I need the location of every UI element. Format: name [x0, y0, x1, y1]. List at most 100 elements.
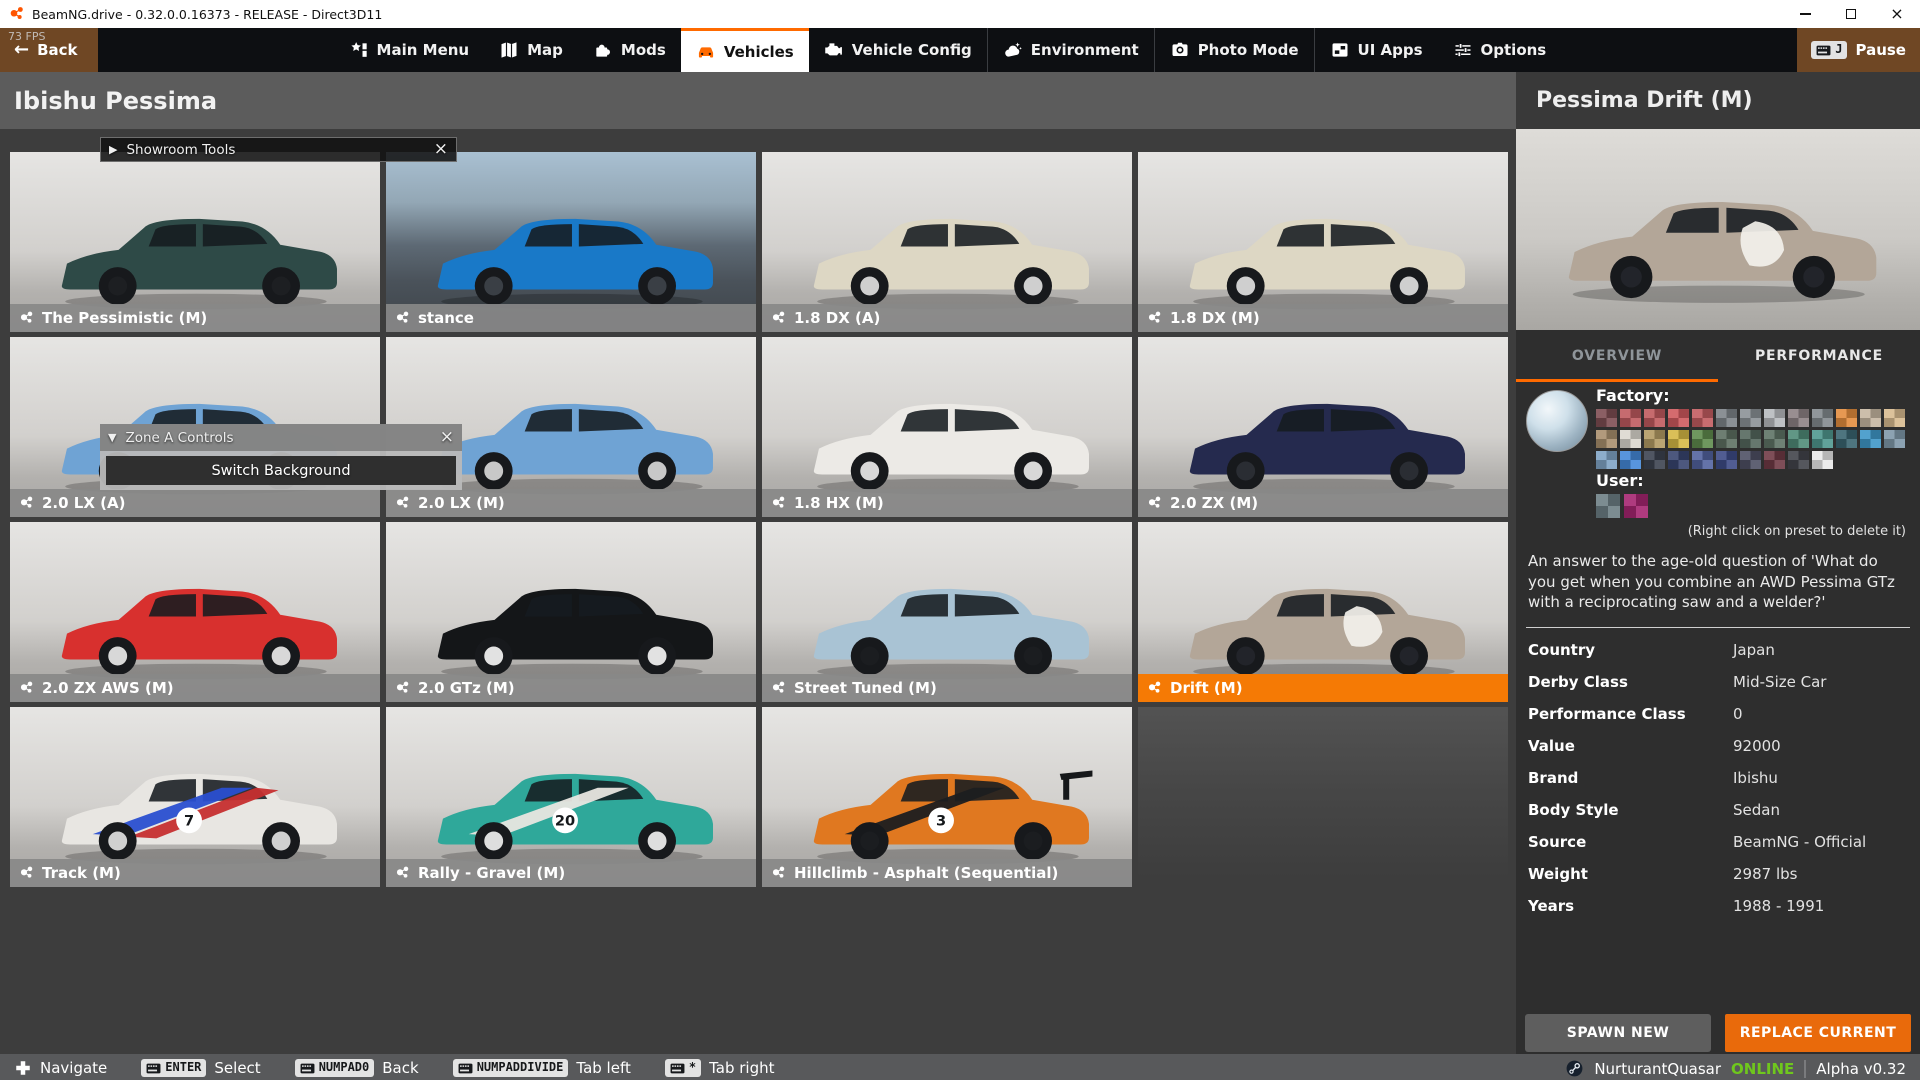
vehicle-card-2-0-zx-aws-m-[interactable]: 2.0 ZX AWS (M) — [10, 522, 380, 702]
nav-item-map[interactable]: Map — [484, 28, 578, 72]
factory-color-swatch[interactable] — [1860, 409, 1881, 427]
key-name: NUMPADDIVIDE — [477, 1061, 564, 1074]
beamng-content-icon — [1147, 495, 1163, 511]
beamng-content-icon — [1147, 310, 1163, 326]
vehicle-card-label-bar: 2.0 ZX AWS (M) — [10, 674, 380, 702]
hint-label: Select — [214, 1059, 260, 1077]
vehicle-card-drift-m-[interactable]: Drift (M) — [1138, 522, 1508, 702]
factory-color-swatch[interactable] — [1596, 430, 1617, 448]
factory-color-swatch[interactable] — [1620, 451, 1641, 469]
factory-color-swatch[interactable] — [1668, 451, 1689, 469]
nav-item-options[interactable]: Options — [1438, 28, 1562, 72]
key-chip: * — [665, 1059, 701, 1076]
factory-color-swatch[interactable] — [1644, 430, 1665, 448]
factory-color-swatch[interactable] — [1764, 409, 1785, 427]
username[interactable]: NurturantQuasar — [1594, 1060, 1721, 1078]
factory-color-swatch[interactable] — [1788, 409, 1809, 427]
nav-item-photo-mode[interactable]: Photo Mode — [1154, 28, 1314, 72]
environment-thumbnail[interactable] — [1526, 390, 1588, 452]
vehicle-detail-panel: Pessima Drift (M) OVERVIEW PERFORMANCE F… — [1516, 72, 1920, 1080]
close-icon[interactable]: × — [434, 141, 448, 158]
vehicle-card-2-0-gtz-m-[interactable]: 2.0 GTz (M) — [386, 522, 756, 702]
factory-color-swatch[interactable] — [1788, 451, 1809, 469]
factory-color-swatch[interactable] — [1884, 409, 1905, 427]
steam-icon — [1565, 1059, 1584, 1078]
factory-color-swatch[interactable] — [1716, 430, 1737, 448]
factory-color-swatch[interactable] — [1644, 409, 1665, 427]
zone-a-controls-header[interactable]: ▼ Zone A Controls × — [100, 424, 462, 451]
beamng-logo-icon — [8, 5, 26, 23]
factory-color-swatch[interactable] — [1644, 451, 1665, 469]
nav-item-ui-apps[interactable]: UI Apps — [1314, 28, 1438, 72]
factory-color-swatch[interactable] — [1812, 451, 1833, 469]
factory-color-swatch[interactable] — [1812, 409, 1833, 427]
showroom-tools-header[interactable]: ▶ Showroom Tools × — [100, 137, 457, 162]
car-image — [412, 554, 730, 694]
ui-apps-icon — [1330, 40, 1350, 60]
vehicle-card-1-8-dx-a-[interactable]: 1.8 DX (A) — [762, 152, 1132, 332]
vehicle-card-label-bar: Street Tuned (M) — [762, 674, 1132, 702]
factory-color-swatch[interactable] — [1740, 430, 1761, 448]
factory-color-swatch[interactable] — [1620, 409, 1641, 427]
key-chip: ENTER — [141, 1059, 206, 1076]
factory-color-swatch[interactable] — [1812, 430, 1833, 448]
vehicle-browser: Ibishu Pessima The Pessimistic (M)stance… — [0, 72, 1516, 1080]
nav-item-environment[interactable]: Environment — [987, 28, 1154, 72]
close-icon[interactable]: × — [440, 429, 454, 446]
factory-color-swatch[interactable] — [1740, 451, 1761, 469]
keyboard-icon — [1816, 45, 1831, 56]
nav-item-vehicle-config[interactable]: Vehicle Config — [809, 28, 987, 72]
factory-color-swatch[interactable] — [1692, 430, 1713, 448]
factory-color-swatch[interactable] — [1668, 409, 1689, 427]
spec-row-performance-class: Performance Class0 — [1516, 698, 1920, 730]
factory-color-swatch[interactable] — [1764, 451, 1785, 469]
vehicle-card-label-bar: 1.8 HX (M) — [762, 489, 1132, 517]
nav-item-main-menu[interactable]: Main Menu — [334, 28, 485, 72]
vehicle-card-hillclimb-asphalt-sequential-[interactable]: 3Hillclimb - Asphalt (Sequential) — [762, 707, 1132, 887]
switch-background-button[interactable]: Switch Background — [106, 456, 456, 485]
tab-performance[interactable]: PERFORMANCE — [1718, 330, 1920, 382]
pause-button[interactable]: J Pause — [1797, 28, 1920, 72]
user-color-swatch[interactable] — [1624, 494, 1648, 518]
spec-value: Sedan — [1733, 801, 1780, 819]
vehicle-card-the-pessimistic-m-[interactable]: The Pessimistic (M) — [10, 152, 380, 332]
car-image — [1164, 554, 1482, 694]
car-image — [36, 554, 354, 694]
factory-color-swatch[interactable] — [1692, 409, 1713, 427]
car-icon — [696, 42, 716, 62]
spawn-new-button[interactable]: SPAWN NEW — [1525, 1014, 1711, 1052]
keyboard-icon — [146, 1063, 161, 1074]
vehicle-card-rally-gravel-m-[interactable]: 20Rally - Gravel (M) — [386, 707, 756, 887]
factory-color-swatch[interactable] — [1596, 451, 1617, 469]
beamng-content-icon — [771, 495, 787, 511]
factory-color-swatch[interactable] — [1692, 451, 1713, 469]
factory-color-swatch[interactable] — [1668, 430, 1689, 448]
replace-current-button[interactable]: REPLACE CURRENT — [1725, 1014, 1911, 1052]
vehicle-card-street-tuned-m-[interactable]: Street Tuned (M) — [762, 522, 1132, 702]
factory-color-swatch[interactable] — [1860, 430, 1881, 448]
factory-color-swatch[interactable] — [1740, 409, 1761, 427]
factory-color-swatch[interactable] — [1836, 409, 1857, 427]
vehicle-card-1-8-hx-m-[interactable]: 1.8 HX (M) — [762, 337, 1132, 517]
factory-color-swatch[interactable] — [1836, 430, 1857, 448]
nav-item-vehicles[interactable]: Vehicles — [681, 28, 809, 72]
tab-overview[interactable]: OVERVIEW — [1516, 330, 1718, 382]
close-button[interactable]: × — [1874, 0, 1920, 28]
vehicle-card-track-m-[interactable]: 7Track (M) — [10, 707, 380, 887]
vehicle-card-1-8-dx-m-[interactable]: 1.8 DX (M) — [1138, 152, 1508, 332]
beamng-content-icon — [19, 865, 35, 881]
factory-color-swatch[interactable] — [1620, 430, 1641, 448]
factory-color-swatch[interactable] — [1716, 409, 1737, 427]
beamng-content-icon — [19, 680, 35, 696]
factory-color-swatch[interactable] — [1764, 430, 1785, 448]
vehicle-card-2-0-zx-m-[interactable]: 2.0 ZX (M) — [1138, 337, 1508, 517]
factory-color-swatch[interactable] — [1788, 430, 1809, 448]
vehicle-card-stance[interactable]: stance — [386, 152, 756, 332]
factory-color-swatch[interactable] — [1716, 451, 1737, 469]
maximize-button[interactable] — [1828, 0, 1874, 28]
user-color-swatch[interactable] — [1596, 494, 1620, 518]
factory-color-swatch[interactable] — [1596, 409, 1617, 427]
factory-color-swatch[interactable] — [1884, 430, 1905, 448]
minimize-button[interactable] — [1782, 0, 1828, 28]
nav-item-mods[interactable]: Mods — [578, 28, 681, 72]
